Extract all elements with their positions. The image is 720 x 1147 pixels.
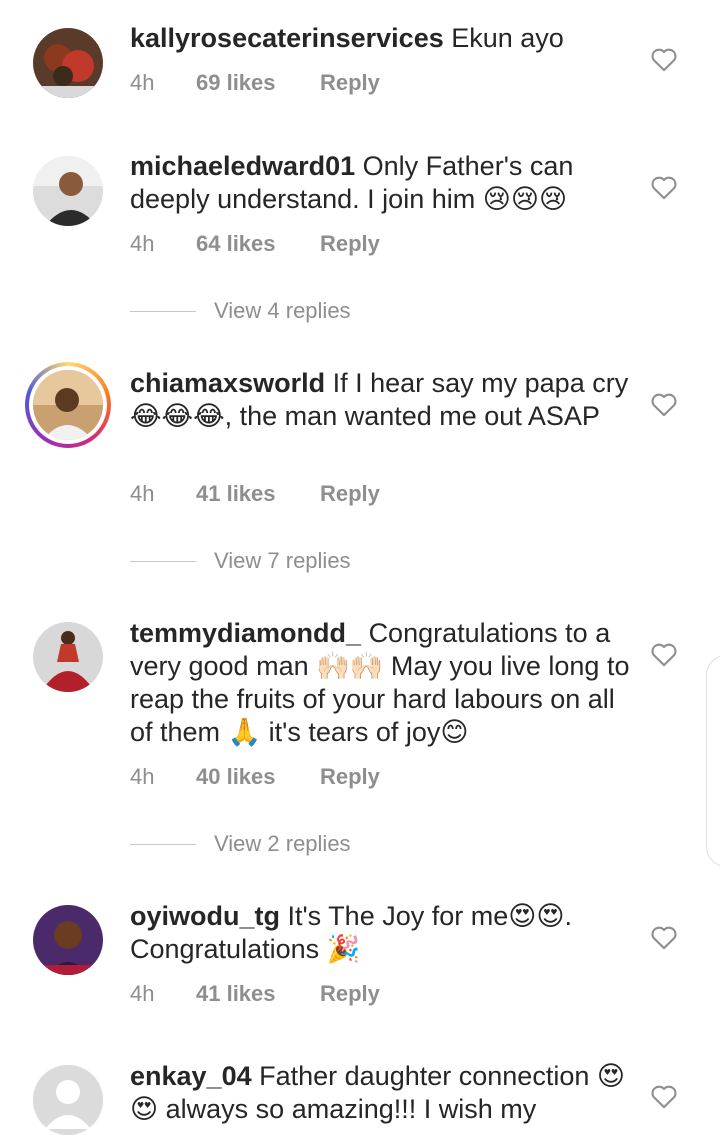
comment-text: temmydiamondd_ Congratulations to a very…: [130, 617, 630, 749]
comment-text: kallyrosecaterinservices Ekun ayo: [130, 22, 630, 55]
avatar[interactable]: [33, 28, 103, 98]
comment-username[interactable]: chiamaxsworld: [130, 368, 325, 398]
comment-likes[interactable]: 69 likes: [196, 70, 320, 96]
view-replies-button[interactable]: View 4 replies: [130, 298, 351, 324]
view-replies-button[interactable]: View 2 replies: [130, 831, 351, 857]
view-replies-label[interactable]: View 7 replies: [214, 548, 351, 574]
comment-text: chiamaxsworld If I hear say my papa cry😂…: [130, 367, 630, 433]
view-replies-divider: [130, 310, 196, 312]
comment-meta: 4h 64 likes Reply: [130, 231, 380, 257]
comment-username[interactable]: kallyrosecaterinservices: [130, 23, 444, 53]
view-replies-divider: [130, 560, 196, 562]
heart-icon[interactable]: [650, 174, 678, 200]
comment-likes[interactable]: 40 likes: [196, 764, 320, 790]
comment-text: enkay_04 Father daughter connection 😍😍 a…: [130, 1060, 630, 1126]
comment-meta: 4h 41 likes Reply: [130, 981, 380, 1007]
reply-button[interactable]: Reply: [320, 231, 380, 257]
view-replies-divider: [130, 843, 196, 845]
comment-meta: 4h 41 likes Reply: [130, 481, 380, 507]
reply-button[interactable]: Reply: [320, 981, 380, 1007]
comment-username[interactable]: oyiwodu_tg: [130, 901, 280, 931]
reply-button[interactable]: Reply: [320, 481, 380, 507]
heart-icon[interactable]: [650, 391, 678, 417]
heart-icon[interactable]: [650, 924, 678, 950]
avatar[interactable]: [33, 905, 103, 975]
comment-username[interactable]: temmydiamondd_: [130, 618, 361, 648]
comment-text: oyiwodu_tg It's The Joy for me😍😍. Congra…: [130, 900, 630, 966]
heart-icon[interactable]: [650, 1083, 678, 1109]
comment-time: 4h: [130, 231, 155, 256]
comment-likes[interactable]: 64 likes: [196, 231, 320, 257]
avatar[interactable]: [33, 156, 103, 226]
heart-icon[interactable]: [650, 641, 678, 667]
comment-meta: 4h 40 likes Reply: [130, 764, 380, 790]
heart-icon[interactable]: [650, 46, 678, 72]
view-replies-button[interactable]: View 7 replies: [130, 548, 351, 574]
avatar[interactable]: [33, 1065, 103, 1135]
comment-body: Ekun ayo: [451, 23, 564, 53]
view-replies-label[interactable]: View 2 replies: [214, 831, 351, 857]
comment-username[interactable]: michaeledward01: [130, 151, 355, 181]
comment-meta: 4h 69 likes Reply: [130, 70, 380, 96]
comment-text: michaeledward01 Only Father's can deeply…: [130, 150, 630, 216]
reply-button[interactable]: Reply: [320, 70, 380, 96]
comment-username[interactable]: enkay_04: [130, 1061, 252, 1091]
comment-time: 4h: [130, 981, 155, 1006]
edge-panel-handle[interactable]: [706, 655, 720, 867]
comment-time: 4h: [130, 481, 155, 506]
comment-time: 4h: [130, 764, 155, 789]
view-replies-label[interactable]: View 4 replies: [214, 298, 351, 324]
story-ring[interactable]: [25, 362, 111, 448]
comment-likes[interactable]: 41 likes: [196, 481, 320, 507]
comment-time: 4h: [130, 70, 155, 95]
avatar[interactable]: [33, 622, 103, 692]
avatar[interactable]: [33, 370, 103, 440]
comment-likes[interactable]: 41 likes: [196, 981, 320, 1007]
reply-button[interactable]: Reply: [320, 764, 380, 790]
